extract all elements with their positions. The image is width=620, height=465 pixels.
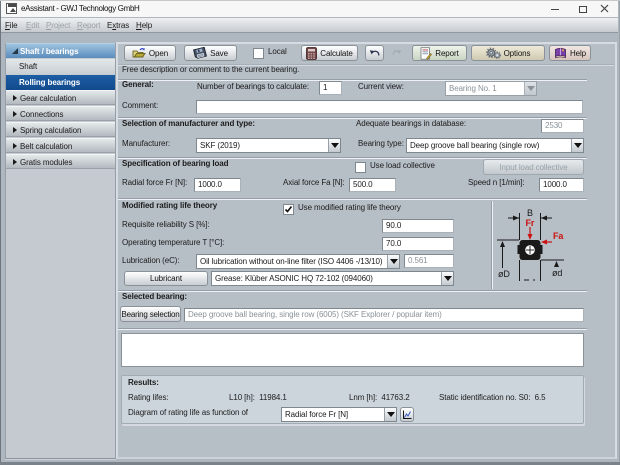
svg-text:Fa: Fa (553, 231, 564, 241)
svg-text:ød: ød (552, 268, 562, 278)
svg-text:B: B (527, 208, 533, 218)
svg-text:øD: øD (498, 269, 510, 279)
svg-text:Fr: Fr (526, 218, 535, 228)
